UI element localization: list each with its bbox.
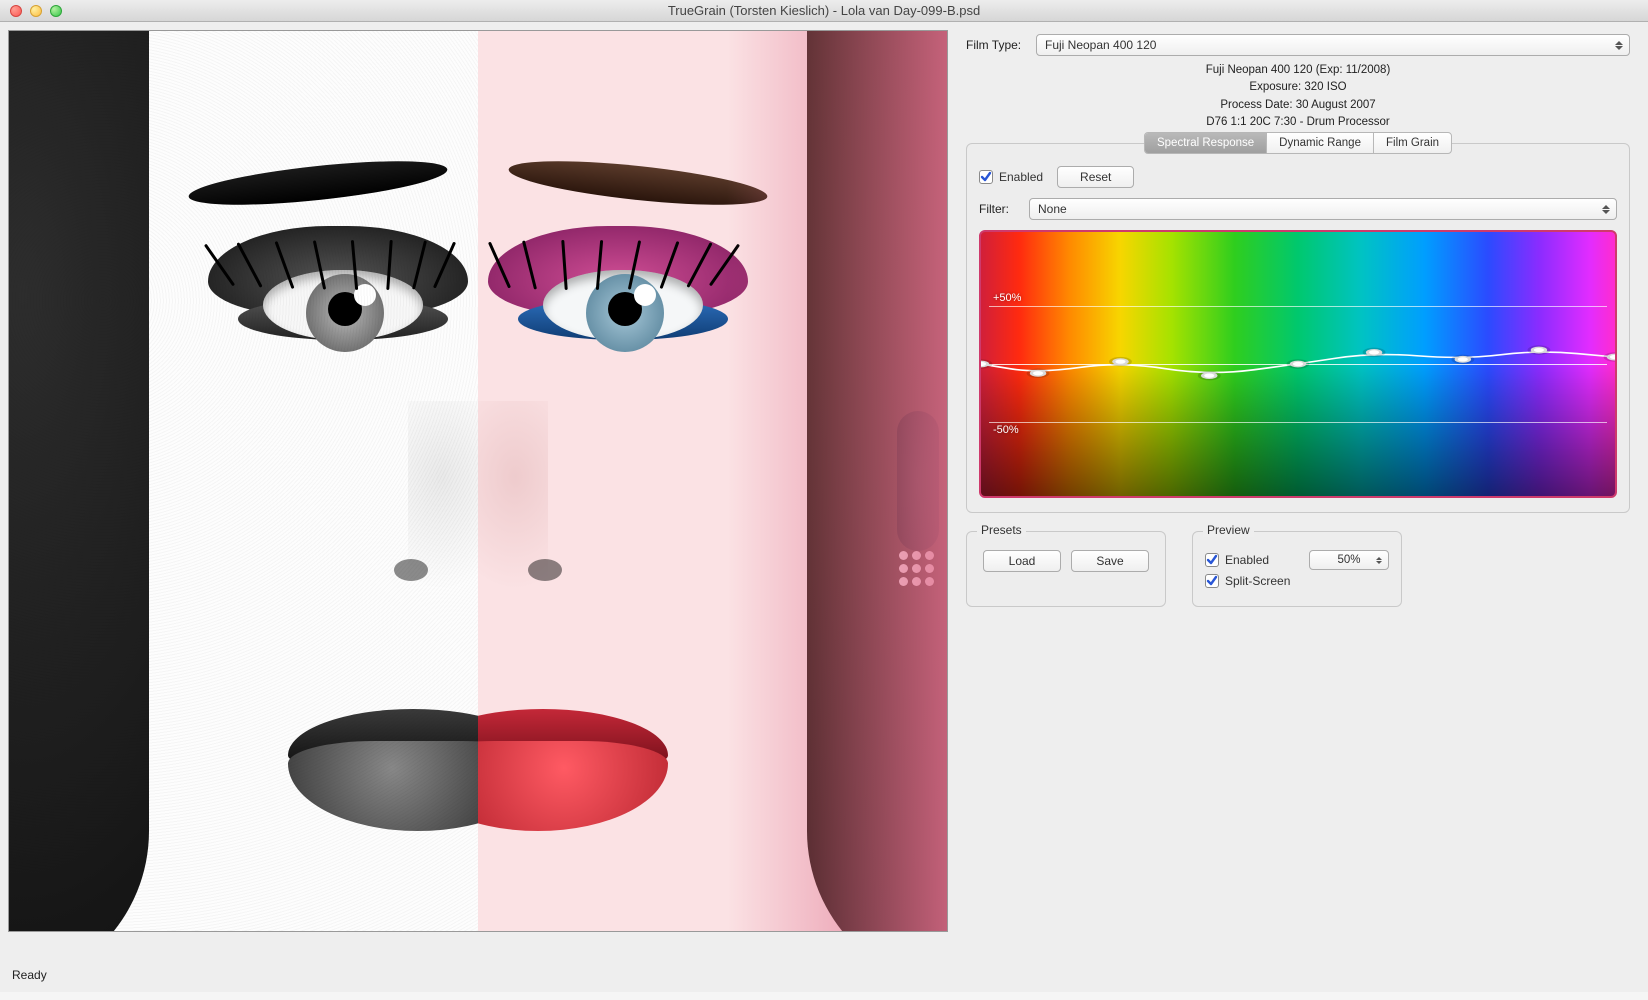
split-screen-label: Split-Screen bbox=[1225, 574, 1290, 588]
spectral-control-point[interactable] bbox=[1607, 354, 1615, 361]
filter-value: None bbox=[1038, 202, 1067, 216]
film-info-line: Exposure: 320 ISO bbox=[966, 79, 1630, 96]
preview-enabled-checkbox[interactable] bbox=[1205, 553, 1219, 567]
spectral-control-point[interactable] bbox=[1290, 361, 1306, 368]
spectral-control-point[interactable] bbox=[981, 361, 989, 368]
main-area: Film Type: Fuji Neopan 400 120 Fuji Neop… bbox=[0, 22, 1648, 940]
spectral-control-point[interactable] bbox=[1030, 370, 1046, 377]
window-title: TrueGrain (Torsten Kieslich) - Lola van … bbox=[0, 3, 1648, 18]
status-bar: Ready bbox=[0, 940, 1648, 992]
image-preview[interactable] bbox=[8, 30, 948, 932]
spectral-control-point[interactable] bbox=[1455, 356, 1471, 363]
spectral-control-point[interactable] bbox=[1201, 372, 1217, 379]
spectral-response-chart[interactable]: +50% -50% bbox=[979, 230, 1617, 498]
chevron-updown-icon bbox=[1598, 201, 1614, 217]
tabstrip: Spectral Response Dynamic Range Film Gra… bbox=[1144, 132, 1452, 154]
reset-button[interactable]: Reset bbox=[1057, 166, 1134, 188]
film-info-line: Fuji Neopan 400 120 (Exp: 11/2008) bbox=[966, 62, 1630, 79]
filter-select[interactable]: None bbox=[1029, 198, 1617, 220]
spectral-control-point[interactable] bbox=[1366, 349, 1382, 356]
spectral-control-point[interactable] bbox=[1531, 347, 1547, 354]
film-info: Fuji Neopan 400 120 (Exp: 11/2008) Expos… bbox=[966, 62, 1630, 131]
spectral-curve-points[interactable] bbox=[981, 232, 1615, 496]
window-titlebar: TrueGrain (Torsten Kieslich) - Lola van … bbox=[0, 0, 1648, 22]
split-preview bbox=[9, 31, 947, 931]
tab-dynamic-range[interactable]: Dynamic Range bbox=[1267, 133, 1374, 153]
chevron-updown-icon bbox=[1611, 37, 1627, 53]
spectral-enabled-checkbox[interactable] bbox=[979, 170, 993, 184]
tab-film-grain[interactable]: Film Grain bbox=[1374, 133, 1451, 153]
film-info-line: Process Date: 30 August 2007 bbox=[966, 97, 1630, 114]
close-icon[interactable] bbox=[10, 5, 22, 17]
chevron-updown-icon bbox=[1372, 552, 1386, 568]
traffic-lights bbox=[0, 5, 62, 17]
film-type-value: Fuji Neopan 400 120 bbox=[1045, 38, 1156, 52]
film-info-line: D76 1:1 20C 7:30 - Drum Processor bbox=[966, 114, 1630, 131]
split-screen-checkbox[interactable] bbox=[1205, 574, 1219, 588]
presets-legend: Presets bbox=[977, 523, 1026, 537]
load-button[interactable]: Load bbox=[983, 550, 1061, 572]
tabs-panel: Spectral Response Dynamic Range Film Gra… bbox=[966, 143, 1630, 513]
preview-zoom-stepper[interactable]: 50% bbox=[1309, 550, 1389, 570]
spectral-control-point[interactable] bbox=[1112, 358, 1128, 365]
controls-panel: Film Type: Fuji Neopan 400 120 Fuji Neop… bbox=[948, 30, 1648, 940]
preview-right-color bbox=[478, 31, 947, 931]
presets-group: Presets Load Save bbox=[966, 531, 1166, 607]
minimize-icon[interactable] bbox=[30, 5, 42, 17]
film-type-select[interactable]: Fuji Neopan 400 120 bbox=[1036, 34, 1630, 56]
preview-left-bw bbox=[9, 31, 478, 931]
zoom-icon[interactable] bbox=[50, 5, 62, 17]
preview-group: Preview Enabled 50% Split bbox=[1192, 531, 1402, 607]
preview-zoom-value: 50% bbox=[1337, 554, 1360, 566]
preview-enabled-label: Enabled bbox=[1225, 553, 1269, 567]
tab-spectral-response[interactable]: Spectral Response bbox=[1145, 133, 1267, 153]
spectral-enabled-label: Enabled bbox=[999, 170, 1043, 184]
preview-legend: Preview bbox=[1203, 523, 1254, 537]
film-type-label: Film Type: bbox=[966, 38, 1036, 52]
status-text: Ready bbox=[12, 968, 47, 982]
filter-label: Filter: bbox=[979, 202, 1029, 216]
save-button[interactable]: Save bbox=[1071, 550, 1149, 572]
